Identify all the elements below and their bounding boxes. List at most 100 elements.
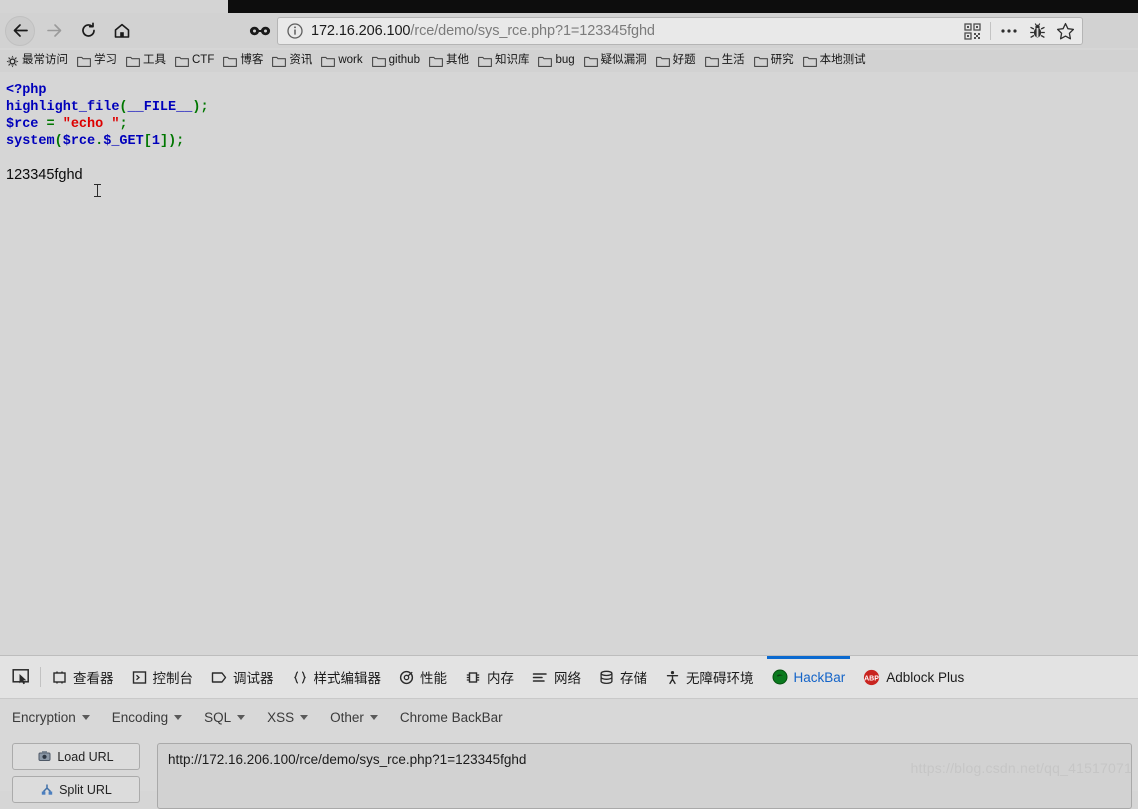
folder-icon bbox=[655, 55, 670, 67]
reload-icon bbox=[81, 22, 95, 37]
hackbar-url-input[interactable]: http://172.16.206.100/rce/demo/sys_rce.p… bbox=[157, 743, 1132, 809]
code-line-4-paren: ( bbox=[54, 134, 63, 149]
address-bar[interactable]: 172.16.206.100/rce/demo/sys_rce.php?1=12… bbox=[277, 17, 1083, 45]
chevron-down-icon bbox=[81, 714, 90, 720]
bookmark-star-icon[interactable] bbox=[1052, 18, 1078, 44]
bookmark-item-5[interactable]: 资讯 bbox=[272, 55, 312, 67]
bookmark-item-15[interactable]: 本地测试 bbox=[802, 54, 866, 67]
info-icon[interactable] bbox=[286, 22, 304, 40]
code-line-3-end: ; bbox=[119, 117, 128, 132]
bookmark-item-1[interactable]: 学习 bbox=[77, 55, 117, 67]
hackbar-menu-sql[interactable]: SQL bbox=[204, 709, 246, 725]
code-line-3-op: = bbox=[38, 117, 63, 132]
devtools-tab-style-editor[interactable]: 样式编辑器 bbox=[283, 656, 391, 699]
devtools-tab-adblock-plus[interactable]: ABP Adblock Plus bbox=[854, 656, 973, 699]
bookmark-label: 疑似漏洞 bbox=[600, 54, 647, 67]
folder-icon bbox=[371, 55, 386, 67]
bookmark-item-4[interactable]: 博客 bbox=[223, 55, 263, 67]
bookmark-label: 最常访问 bbox=[22, 54, 68, 67]
adblock-plus-icon: ABP bbox=[863, 669, 880, 686]
devtools-tab-hackbar[interactable]: HackBar bbox=[763, 655, 855, 699]
storage-icon bbox=[599, 670, 614, 685]
inspector-icon bbox=[52, 670, 67, 685]
bookmark-label: CTF bbox=[192, 54, 215, 67]
bookmark-item-11[interactable]: 疑似漏洞 bbox=[583, 54, 647, 67]
code-line-3-var: $rce bbox=[6, 117, 39, 132]
hackbar-menu-other[interactable]: Other bbox=[330, 710, 378, 725]
bookmark-item-6[interactable]: work bbox=[321, 55, 363, 67]
split-url-label: Split URL bbox=[59, 782, 112, 797]
bookmark-label: 知识库 bbox=[494, 54, 530, 67]
devtools-tab-bar: 查看器 控制台 调试器 样式编辑器 性能 内存 网络 存储 无障碍环境 Hack… bbox=[0, 655, 1138, 699]
devtools-tab-label: 性能 bbox=[420, 671, 447, 686]
hackbar-icon bbox=[772, 669, 788, 685]
hackbar-menu-xss[interactable]: XSS bbox=[267, 710, 309, 725]
folder-icon bbox=[478, 55, 492, 67]
back-button[interactable] bbox=[5, 15, 35, 46]
bookmark-item-8[interactable]: 其他 bbox=[429, 55, 469, 67]
bookmark-item-most-visited[interactable]: 最常访问 bbox=[6, 55, 68, 68]
devtools-tab-console[interactable]: 控制台 bbox=[123, 656, 203, 699]
bookmarks-bar: 最常访问 学习 工具 CTF 博客 资讯 work github 其他 知识库 … bbox=[0, 50, 1138, 72]
folder-icon bbox=[704, 55, 719, 67]
split-url-button[interactable]: Split URL bbox=[12, 776, 140, 803]
bookmark-label: 学习 bbox=[94, 54, 117, 67]
code-line-4-var: $rce bbox=[62, 134, 96, 149]
bookmark-item-9[interactable]: 知识库 bbox=[478, 54, 530, 67]
folder-icon bbox=[583, 55, 598, 67]
hackbar-menu-encoding[interactable]: Encoding bbox=[112, 710, 183, 725]
style-editor-icon bbox=[292, 670, 308, 685]
page-actions-icon[interactable] bbox=[996, 18, 1022, 44]
devtools-tab-performance[interactable]: 性能 bbox=[390, 656, 456, 699]
forward-button[interactable] bbox=[39, 16, 69, 46]
forward-arrow-icon bbox=[46, 24, 61, 37]
bookmark-item-13[interactable]: 生活 bbox=[704, 54, 745, 67]
star-icon bbox=[1056, 22, 1074, 39]
devtools-tab-label: 控制台 bbox=[152, 671, 194, 686]
bookmark-item-7[interactable]: github bbox=[371, 54, 420, 67]
bookmark-label: 本地测试 bbox=[819, 54, 866, 67]
hackbar-menu-encryption[interactable]: Encryption bbox=[12, 710, 90, 725]
performance-icon bbox=[399, 670, 414, 685]
qr-code-icon[interactable] bbox=[959, 18, 985, 44]
bookmark-item-10[interactable]: bug bbox=[538, 54, 575, 67]
devtools-tab-label: 查看器 bbox=[73, 671, 114, 686]
reload-button[interactable] bbox=[73, 16, 103, 46]
hackbar-menu-bar: Encryption Encoding SQL XSS Other Chrome… bbox=[0, 699, 1138, 735]
bookmark-label: 生活 bbox=[721, 54, 745, 67]
element-picker-button[interactable] bbox=[4, 656, 38, 699]
devtools-tab-inspector[interactable]: 查看器 bbox=[43, 656, 123, 699]
devtools-tab-accessibility[interactable]: 无障碍环境 bbox=[656, 656, 763, 699]
devtools-tab-storage[interactable]: 存储 bbox=[590, 656, 656, 699]
hackbar-menu-label: SQL bbox=[204, 709, 232, 725]
bookmark-item-3[interactable]: CTF bbox=[175, 55, 214, 67]
container-glasses-icon[interactable] bbox=[247, 18, 273, 44]
php-source-listing: <?php highlight_file(__FILE__); $rce = "… bbox=[6, 82, 209, 150]
address-bar-divider bbox=[990, 22, 991, 40]
address-bar-text: 172.16.206.100/rce/demo/sys_rce.php?1=12… bbox=[311, 23, 959, 39]
hackbar-bug-icon[interactable] bbox=[1024, 18, 1050, 44]
bug-icon bbox=[1029, 22, 1045, 38]
bookmark-label: github bbox=[388, 54, 420, 67]
hackbar-menu-chrome-backbar[interactable]: Chrome BackBar bbox=[400, 710, 503, 725]
load-url-icon bbox=[38, 750, 52, 763]
accessibility-icon bbox=[665, 670, 680, 685]
window-titlebar-black bbox=[228, 0, 1138, 13]
bookmark-item-2[interactable]: 工具 bbox=[126, 55, 166, 67]
url-bar-container: 172.16.206.100/rce/demo/sys_rce.php?1=12… bbox=[247, 17, 1083, 45]
window-chrome-strip bbox=[0, 0, 1138, 14]
home-button[interactable] bbox=[107, 16, 137, 46]
devtools-tab-debugger[interactable]: 调试器 bbox=[202, 656, 283, 699]
load-url-button[interactable]: Load URL bbox=[12, 743, 140, 770]
chevron-down-icon bbox=[300, 714, 309, 720]
code-line-1: <?php bbox=[6, 83, 47, 98]
bookmark-label: bug bbox=[555, 54, 575, 67]
folder-icon bbox=[802, 55, 817, 67]
bookmark-item-12[interactable]: 好题 bbox=[655, 55, 696, 67]
folder-icon bbox=[429, 55, 443, 67]
devtools-tab-network[interactable]: 网络 bbox=[523, 656, 590, 699]
folder-icon bbox=[538, 55, 553, 67]
hackbar-panel: Encryption Encoding SQL XSS Other Chrome… bbox=[0, 699, 1138, 809]
bookmark-item-14[interactable]: 研究 bbox=[753, 55, 794, 67]
devtools-tab-memory[interactable]: 内存 bbox=[456, 656, 523, 699]
